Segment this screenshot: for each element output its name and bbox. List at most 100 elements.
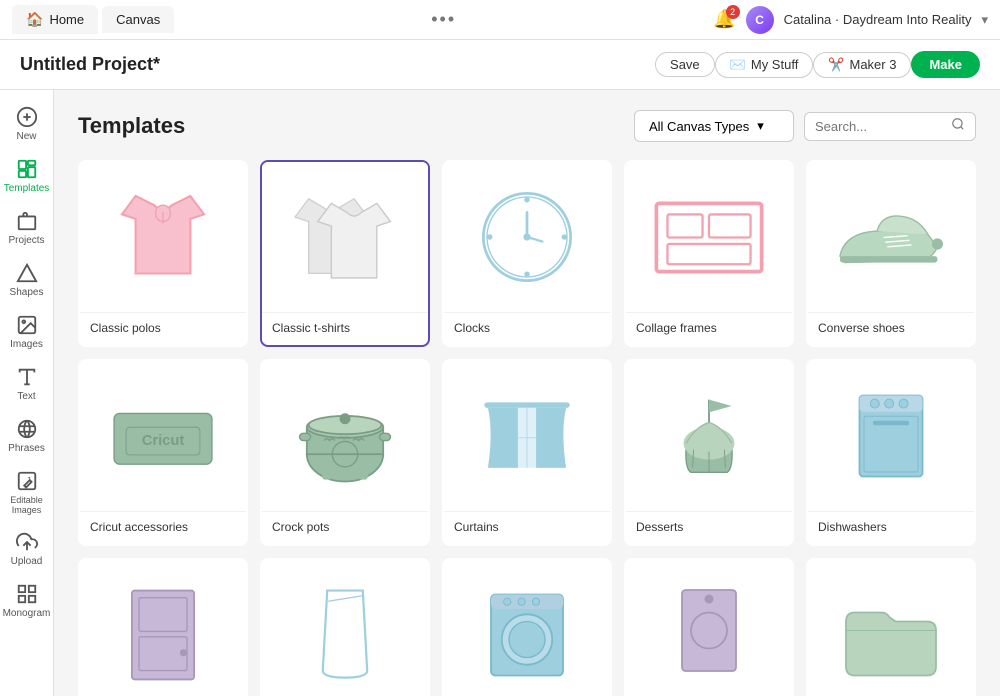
card-image-drinking-glasses — [262, 560, 428, 696]
template-card-dryers[interactable] — [442, 558, 612, 696]
search-icon[interactable] — [951, 117, 965, 136]
notification-bell[interactable]: 🔔 2 — [713, 9, 735, 30]
template-card-desserts[interactable]: Desserts — [624, 359, 794, 546]
sidebar-item-editable-images[interactable]: Editable Images — [0, 462, 53, 523]
card-label-cricut-accessories: Cricut accessories — [80, 511, 246, 544]
card-image-collage-frames — [626, 162, 792, 312]
card-label-clocks: Clocks — [444, 312, 610, 345]
card-image-dryers — [444, 560, 610, 696]
page-title: Templates — [78, 113, 185, 139]
sidebar-item-new[interactable]: New — [0, 98, 53, 150]
sidebar-item-text[interactable]: Text — [0, 358, 53, 410]
sidebar-new-label: New — [16, 131, 36, 142]
card-image-earrings — [626, 560, 792, 696]
dessert-illustration — [659, 386, 759, 486]
sidebar-item-upload[interactable]: Upload — [0, 523, 53, 575]
card-image-cricut-accessories: Cricut — [80, 361, 246, 511]
search-box — [804, 112, 976, 141]
avatar: C — [746, 6, 774, 34]
top-bar-center: ••• — [431, 9, 456, 30]
project-bar: Untitled Project* Save ✉️ My Stuff ✂️ Ma… — [0, 40, 1000, 90]
clock-illustration — [477, 187, 577, 287]
template-card-classic-polos[interactable]: Classic polos — [78, 160, 248, 347]
content-area: Templates All Canvas Types ▾ — [54, 90, 1000, 696]
user-name: Catalina · Daydream Into Reality — [784, 12, 972, 27]
tshirt-illustration — [280, 187, 410, 287]
card-image-crock-pots — [262, 361, 428, 511]
maker-button[interactable]: ✂️ Maker 3 — [813, 52, 911, 78]
project-title: Untitled Project* — [20, 54, 160, 75]
dropdown-value: All Canvas Types — [649, 119, 749, 134]
template-card-collage-frames[interactable]: Collage frames — [624, 160, 794, 347]
card-image-doors — [80, 560, 246, 696]
template-card-earrings[interactable] — [624, 558, 794, 696]
sidebar-item-projects[interactable]: Projects — [0, 202, 53, 254]
template-card-converse-shoes[interactable]: Converse shoes — [806, 160, 976, 347]
card-image-classic-polos — [80, 162, 246, 312]
collage-illustration — [649, 195, 769, 280]
sidebar-item-phrases[interactable]: Phrases — [0, 410, 53, 462]
canvas-type-dropdown[interactable]: All Canvas Types ▾ — [634, 110, 794, 142]
sidebar-item-images[interactable]: Images — [0, 306, 53, 358]
scissors-icon: ✂️ — [828, 57, 844, 73]
search-input[interactable] — [815, 119, 945, 134]
chevron-down-icon: ▾ — [757, 118, 764, 134]
template-card-curtains[interactable]: Curtains — [442, 359, 612, 546]
save-button[interactable]: Save — [655, 52, 715, 77]
template-card-cricut-accessories[interactable]: Cricut Cricut accessories — [78, 359, 248, 546]
door-illustration — [123, 580, 203, 690]
template-card-drinking-glasses[interactable] — [260, 558, 430, 696]
sidebar-item-templates[interactable]: Templates — [0, 150, 53, 202]
template-card-doors[interactable] — [78, 558, 248, 696]
card-image-classic-tshirts — [262, 162, 428, 312]
main-layout: New Templates Projects Shapes — [0, 90, 1000, 696]
more-options-icon[interactable]: ••• — [431, 9, 456, 30]
tab-canvas[interactable]: Canvas — [102, 6, 174, 33]
editable-images-icon — [16, 470, 38, 492]
sidebar-phrases-label: Phrases — [8, 443, 45, 454]
sidebar: New Templates Projects Shapes — [0, 90, 54, 696]
sidebar-item-shapes[interactable]: Shapes — [0, 254, 53, 306]
images-icon — [16, 314, 38, 336]
template-card-crock-pots[interactable]: Crock pots — [260, 359, 430, 546]
top-bar: 🏠 Home Canvas ••• 🔔 2 C Catalina · Daydr… — [0, 0, 1000, 40]
projects-icon — [16, 210, 38, 232]
tab-canvas-label: Canvas — [116, 12, 160, 27]
svg-text:Cricut: Cricut — [142, 432, 185, 448]
mystuff-button[interactable]: ✉️ My Stuff — [715, 52, 814, 78]
user-chevron-icon[interactable]: ▾ — [981, 12, 988, 28]
template-grid: Classic polos Classic t-shirts — [78, 160, 976, 696]
sidebar-monogram-label: Monogram — [3, 608, 51, 619]
tab-home[interactable]: 🏠 Home — [12, 5, 98, 34]
templates-icon — [16, 158, 38, 180]
sidebar-upload-label: Upload — [11, 556, 43, 567]
card-image-converse-shoes — [808, 162, 974, 312]
sidebar-editable-images-label: Editable Images — [4, 495, 49, 515]
home-icon: 🏠 — [26, 11, 43, 28]
glass-illustration — [305, 580, 385, 690]
dryer-illustration — [482, 585, 572, 685]
tab-home-label: Home — [49, 12, 84, 27]
sidebar-templates-label: Templates — [4, 183, 50, 194]
card-label-collage-frames: Collage frames — [626, 312, 792, 345]
card-label-curtains: Curtains — [444, 511, 610, 544]
make-button[interactable]: Make — [911, 51, 980, 78]
card-label-classic-polos: Classic polos — [80, 312, 246, 345]
new-icon — [16, 106, 38, 128]
cricut-illustration: Cricut — [103, 394, 223, 479]
sidebar-projects-label: Projects — [8, 235, 44, 246]
dishwasher-illustration — [846, 386, 936, 486]
tabs-container: 🏠 Home Canvas — [12, 5, 174, 34]
sidebar-item-monogram[interactable]: Monogram — [0, 575, 53, 627]
template-card-classic-tshirts[interactable]: Classic t-shirts — [260, 160, 430, 347]
card-image-desserts — [626, 361, 792, 511]
sidebar-shapes-label: Shapes — [10, 287, 44, 298]
earring-illustration — [664, 580, 754, 690]
template-card-folders[interactable] — [806, 558, 976, 696]
crockpot-illustration — [295, 386, 395, 486]
template-card-clocks[interactable]: Clocks — [442, 160, 612, 347]
mail-icon: ✉️ — [730, 57, 746, 73]
card-image-dishwashers — [808, 361, 974, 511]
card-image-curtains — [444, 361, 610, 511]
template-card-dishwashers[interactable]: Dishwashers — [806, 359, 976, 546]
